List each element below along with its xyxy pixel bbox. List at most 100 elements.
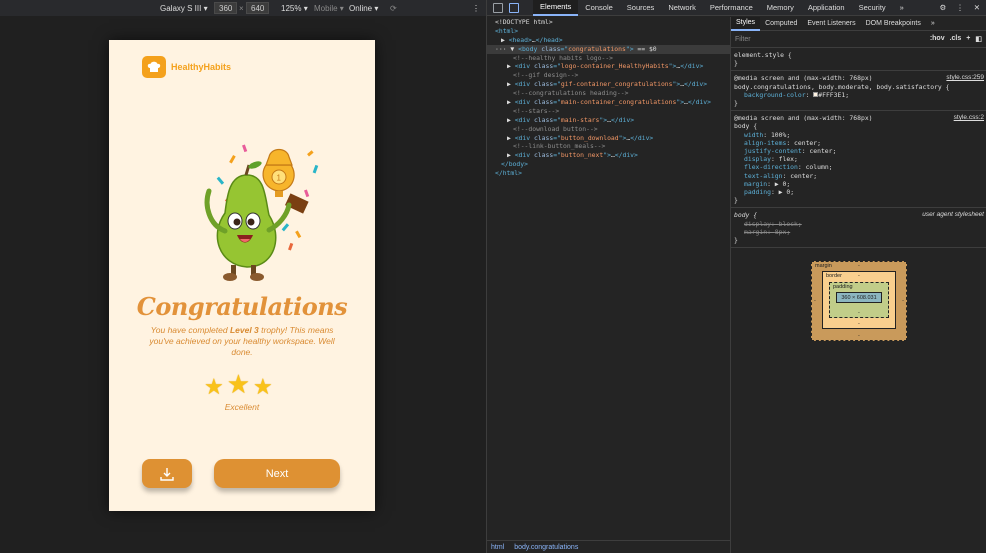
level-text: Level 3: [229, 325, 259, 335]
rule-body-media: style.css:2 @media screen and (max-width…: [731, 111, 986, 209]
logo[interactable]: HealthyHabits: [142, 56, 231, 78]
star-icon: ★: [204, 374, 224, 399]
css-property[interactable]: margin: ▶ 0;: [734, 180, 983, 188]
new-rule-button[interactable]: +: [966, 35, 970, 43]
svg-text:1: 1: [277, 174, 282, 183]
dom-node-line[interactable]: <!--download button-->: [487, 125, 730, 134]
star-icon: ★: [253, 374, 273, 399]
tab-event-listeners[interactable]: Event Listeners: [802, 17, 860, 31]
dom-node-line[interactable]: <!--healthy habits logo-->: [487, 54, 730, 63]
dom-node-line[interactable]: <!--stars-->: [487, 107, 730, 116]
pear-trophy-illustration: 1: [204, 144, 319, 281]
dom-node-line[interactable]: ▶ <div class="button_next">…</div>: [487, 151, 730, 160]
elements-tree: <!DOCTYPE html> <html> ▶ <head>…</head> ···…: [487, 17, 730, 537]
inspect-icon[interactable]: [493, 2, 503, 13]
chef-hat-icon: [142, 56, 166, 78]
mode-select[interactable]: Mobile ▾: [314, 0, 344, 16]
css-property[interactable]: width: 100%;: [734, 131, 983, 139]
dom-node-line[interactable]: ▶ <div class="gif-container_congratulati…: [487, 80, 730, 89]
tab-console[interactable]: Console: [578, 0, 620, 16]
css-property[interactable]: justify-content: center;: [734, 147, 983, 155]
completion-message: You have completed Level 3 trophy! This …: [149, 325, 335, 357]
device-viewport: HealthyHabits 1 Congratulations You have…: [0, 16, 486, 553]
tab-memory[interactable]: Memory: [760, 0, 801, 16]
css-property[interactable]: flex-direction: column;: [734, 163, 983, 171]
next-button[interactable]: Next: [214, 459, 340, 488]
box-model-diagram: margin - - - - border - - padding - 360 …: [811, 261, 907, 341]
box-model-padding: padding - 360 × 608.031: [829, 282, 889, 318]
more-panes-icon[interactable]: »: [926, 17, 940, 31]
rule-element-style: element.style { }: [731, 48, 986, 72]
height-input[interactable]: 640: [246, 2, 270, 14]
cls-toggle[interactable]: .cls: [950, 35, 962, 43]
breadcrumb-html[interactable]: html: [491, 544, 504, 551]
width-input[interactable]: 360: [214, 2, 238, 14]
settings-icon[interactable]: ⚙: [939, 3, 946, 12]
dimension-times: ×: [239, 3, 244, 13]
source-link[interactable]: style.css:259: [946, 74, 984, 82]
dom-node-line[interactable]: ··· ▼ <body class="congratulations"> == …: [487, 44, 730, 54]
rule-body-congratulations: style.css:259 @media screen and (max-wid…: [731, 71, 986, 112]
dom-node-line[interactable]: ▶ <head>…</head>: [487, 36, 730, 45]
star-icon: ★: [226, 369, 251, 399]
phone-screen: HealthyHabits 1 Congratulations You have…: [109, 40, 375, 511]
dom-node-line[interactable]: <!--congratulations heading-->: [487, 89, 730, 98]
tab-sources[interactable]: Sources: [620, 0, 662, 16]
dom-node-line[interactable]: </body>: [487, 160, 730, 169]
download-button[interactable]: [142, 459, 192, 488]
sidebar-toggle-icon[interactable]: ◧: [975, 35, 982, 43]
tab-network[interactable]: Network: [661, 0, 703, 16]
styles-filter-bar: Filter :hov .cls + ◧: [731, 31, 986, 48]
tab-dom-breakpoints[interactable]: DOM Breakpoints: [861, 17, 926, 31]
box-model-content: 360 × 608.031: [836, 292, 882, 303]
dom-node-line[interactable]: <!DOCTYPE html>: [487, 18, 730, 27]
throttle-select[interactable]: Online ▾: [349, 0, 378, 16]
css-property[interactable]: background-color: #FFF3E1;: [734, 91, 983, 99]
rotate-icon[interactable]: ⟳: [390, 0, 397, 16]
box-model-border: border - - padding - 360 × 608.031: [822, 271, 896, 329]
tab-styles[interactable]: Styles: [731, 16, 761, 31]
breadcrumb: html body.congratulations: [487, 540, 730, 553]
more-tabs-icon[interactable]: »: [893, 0, 911, 16]
device-toggle-icon[interactable]: [509, 2, 519, 13]
source-link[interactable]: style.css:2: [954, 114, 984, 122]
user-agent-label: user agent stylesheet: [922, 211, 984, 219]
rating-label: Excellent: [224, 402, 260, 412]
more-options-icon[interactable]: ⋮: [956, 3, 964, 12]
css-property[interactable]: align-items: center;: [734, 139, 983, 147]
css-property[interactable]: margin: 8px;: [734, 228, 983, 236]
devtools-tabbar: Elements Console Sources Network Perform…: [487, 0, 986, 16]
tab-performance[interactable]: Performance: [703, 0, 760, 16]
download-icon: [160, 467, 174, 481]
dom-node-line[interactable]: <!--link-button_meals-->: [487, 142, 730, 151]
dom-node-line[interactable]: ▶ <div class="logo-container_HealthyHabi…: [487, 62, 730, 71]
styles-tabbar: Styles Computed Event Listeners DOM Brea…: [731, 16, 986, 31]
dom-node-line[interactable]: ▶ <div class="main-container_congratulat…: [487, 98, 730, 107]
css-property[interactable]: display: flex;: [734, 155, 983, 163]
tab-computed[interactable]: Computed: [760, 17, 802, 31]
filter-input[interactable]: Filter: [735, 36, 751, 43]
tab-elements[interactable]: Elements: [533, 0, 579, 16]
dom-node-line[interactable]: ▶ <div class="button_download">…</div>: [487, 134, 730, 143]
dom-node-line[interactable]: <!--gif design-->: [487, 71, 730, 80]
dom-node-line[interactable]: </html>: [487, 169, 730, 178]
more-options-icon[interactable]: ⋮: [472, 0, 480, 16]
css-property[interactable]: text-align: center;: [734, 172, 983, 180]
dom-node-line[interactable]: <html>: [487, 27, 730, 36]
close-icon[interactable]: ✕: [974, 3, 980, 12]
breadcrumb-body[interactable]: body.congratulations: [514, 544, 578, 551]
hov-toggle[interactable]: :hov: [930, 35, 945, 43]
dom-node-line[interactable]: ▶ <div class="main-stars">…</div>: [487, 116, 730, 125]
logo-text: HealthyHabits: [171, 62, 232, 72]
styles-pane: Styles Computed Event Listeners DOM Brea…: [731, 16, 986, 553]
device-select[interactable]: Galaxy S III ▾: [160, 0, 208, 16]
rating-stars: ★ ★ ★: [204, 369, 273, 399]
css-property[interactable]: display: block;: [734, 220, 983, 228]
zoom-select[interactable]: 125% ▾: [281, 0, 308, 16]
rule-user-agent: user agent stylesheet body { display: bl…: [731, 208, 986, 249]
tab-application[interactable]: Application: [801, 0, 852, 16]
tab-security[interactable]: Security: [852, 0, 893, 16]
congratulations-heading: Congratulations: [136, 292, 348, 321]
device-toolbar: Galaxy S III ▾ 360 × 640 125% ▾ Mobile ▾…: [0, 0, 486, 16]
css-property[interactable]: padding: ▶ 0;: [734, 188, 983, 196]
